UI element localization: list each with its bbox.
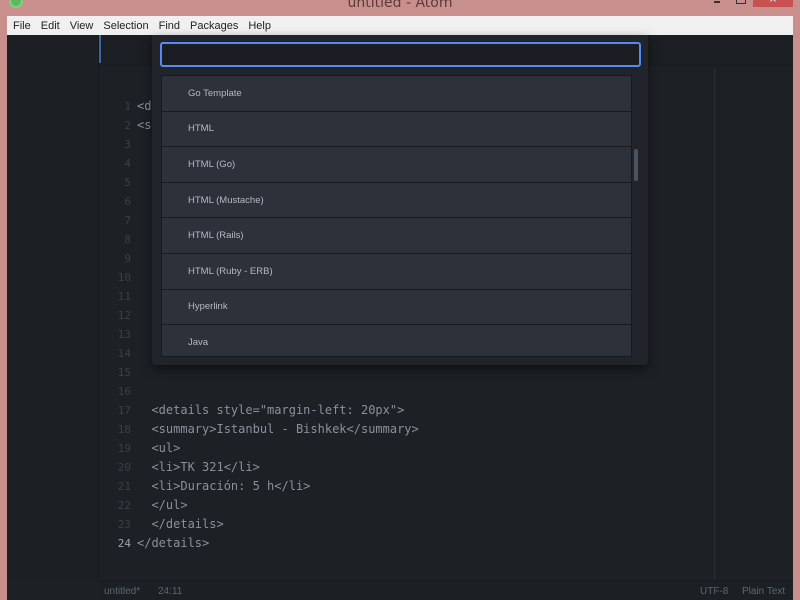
line-number: 5 [124, 176, 131, 189]
menu-help[interactable]: Help [243, 20, 276, 32]
maximize-button[interactable] [734, 0, 746, 8]
status-grammar[interactable]: Plain Text [742, 586, 785, 597]
wrap-guide [714, 67, 715, 580]
line-number: 8 [124, 233, 131, 246]
line-number: 16 [117, 385, 131, 398]
menu-find[interactable]: Find [154, 20, 185, 32]
line-number: 18 [117, 423, 131, 436]
line-number: 10 [117, 271, 131, 284]
title-bar: untitled - Atom × [0, 0, 800, 14]
line-number: 23 [117, 518, 131, 531]
code-line[interactable]: <s [137, 116, 151, 135]
left-dock-panel [7, 35, 99, 580]
line-number: 11 [117, 290, 131, 303]
grammar-list-scrollbar[interactable] [632, 75, 640, 357]
window-title: untitled - Atom [347, 0, 453, 11]
menu-file[interactable]: File [7, 20, 36, 32]
line-number: 4 [124, 157, 131, 170]
line-number: 17 [117, 404, 131, 417]
atom-window: untitled - Atom × File Edit View Selecti… [0, 0, 800, 600]
menu-view[interactable]: View [65, 20, 99, 32]
line-number: 7 [124, 214, 131, 227]
line-number: 21 [117, 480, 131, 493]
grammar-item-html[interactable]: HTML [162, 111, 631, 148]
line-number: 22 [117, 499, 131, 512]
grammar-list-scroll-thumb[interactable] [634, 149, 638, 181]
code-line[interactable]: <li>Duración: 5 h</li> [137, 477, 310, 496]
grammar-item-go-template[interactable]: Go Template [162, 76, 631, 112]
line-number: 9 [124, 252, 131, 265]
code-line[interactable]: </details> [137, 534, 209, 553]
menu-edit[interactable]: Edit [36, 20, 65, 32]
code-line[interactable]: <details style="margin-left: 20px"> [137, 401, 404, 420]
menu-selection[interactable]: Selection [98, 20, 153, 32]
menu-bar: File Edit View Selection Find Packages H… [7, 16, 793, 35]
menu-packages[interactable]: Packages [185, 20, 243, 32]
active-tab-indicator[interactable] [99, 35, 101, 63]
code-line[interactable]: <summary>Istanbul - Bishkek</summary> [137, 420, 418, 439]
code-line[interactable]: <li>TK 321</li> [137, 458, 259, 477]
minimize-button[interactable] [712, 0, 724, 8]
line-number: 2 [124, 119, 131, 132]
code-line[interactable]: </ul> [137, 496, 187, 515]
grammar-item-html-go[interactable]: HTML (Go) [162, 147, 631, 183]
status-file-name[interactable]: untitled* [104, 586, 140, 597]
line-number: 3 [124, 138, 131, 151]
code-line[interactable]: <d [137, 97, 151, 116]
grammar-item-java[interactable]: Java [162, 325, 631, 356]
grammar-list: Go Template HTML HTML (Go) HTML (Mustach… [161, 75, 632, 357]
line-number: 13 [117, 328, 131, 341]
grammar-item-html-rails[interactable]: HTML (Rails) [162, 218, 631, 254]
grammar-item-html-ruby-erb[interactable]: HTML (Ruby - ERB) [162, 253, 631, 290]
code-line[interactable]: <ul> [137, 439, 180, 458]
line-number: 20 [117, 461, 131, 474]
grammar-item-hyperlink[interactable]: Hyperlink [162, 289, 631, 326]
line-number: 6 [124, 195, 131, 208]
grammar-selector-modal: Go Template HTML HTML (Go) HTML (Mustach… [152, 35, 648, 365]
close-button[interactable]: × [753, 0, 793, 7]
code-line[interactable]: </details> [137, 515, 223, 534]
grammar-item-html-mustache[interactable]: HTML (Mustache) [162, 182, 631, 219]
grammar-search-input[interactable] [160, 42, 641, 67]
line-number: 24 [117, 537, 131, 550]
line-number: 19 [117, 442, 131, 455]
line-number: 15 [117, 366, 131, 379]
line-number-gutter: 1 2 3 4 5 6 7 8 9 10 11 12 13 14 15 16 17 18 19 20 21 22 23 24 [99, 67, 131, 580]
line-number: 1 [124, 100, 131, 113]
line-number: 14 [117, 347, 131, 360]
status-cursor-position[interactable]: 24:11 [158, 586, 182, 597]
status-encoding[interactable]: UTF-8 [700, 586, 728, 597]
line-number: 12 [117, 309, 131, 322]
status-bar: untitled* 24:11 UTF-8 Plain Text [99, 580, 793, 600]
